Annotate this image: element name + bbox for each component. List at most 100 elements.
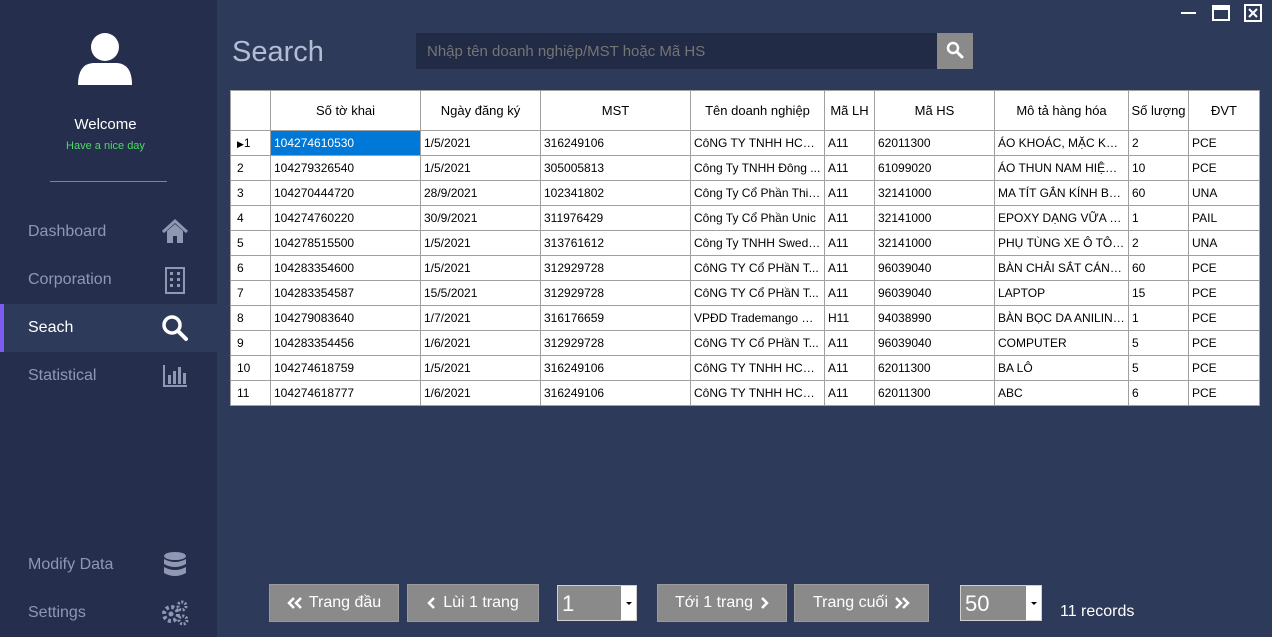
table-cell[interactable]: 1/5/2021 (420, 230, 541, 256)
table-row[interactable]: 10 104274618759 1/5/2021 316249106 CôNG … (230, 355, 1260, 381)
row-header[interactable]: ▶1 (230, 130, 271, 156)
table-cell[interactable]: UNA (1188, 180, 1260, 206)
table-row[interactable]: 7 104283354587 15/5/2021 312929728 CôNG … (230, 280, 1260, 306)
table-cell[interactable]: Công Ty Cổ Phần Thiế... (690, 180, 825, 206)
table-cell[interactable]: 312929728 (540, 330, 691, 356)
table-cell[interactable]: EPOXY DẠNG VỮA DÙ... (994, 205, 1129, 231)
table-cell[interactable]: ABC (994, 380, 1129, 406)
table-cell[interactable]: 316249106 (540, 355, 691, 381)
table-cell[interactable]: 2 (1128, 230, 1189, 256)
table-cell[interactable]: MA TÍT GẮN KÍNH BE... (994, 180, 1129, 206)
table-cell[interactable]: Công Ty Cổ Phần Unic (690, 205, 825, 231)
table-cell[interactable]: Công Ty TNHH Đông ... (690, 155, 825, 181)
table-cell[interactable]: 312929728 (540, 255, 691, 281)
column-header[interactable]: Ngày đăng ký (420, 90, 541, 131)
row-header[interactable]: 5 (230, 230, 271, 256)
table-cell[interactable]: 1/5/2021 (420, 155, 541, 181)
table-cell[interactable]: 102341802 (540, 180, 691, 206)
table-cell[interactable]: 62011300 (874, 355, 995, 381)
row-header[interactable]: 11 (230, 380, 271, 406)
table-cell[interactable]: PCE (1188, 155, 1260, 181)
table-cell[interactable]: A11 (824, 255, 875, 281)
sidebar-item-corporation[interactable]: Corporation (0, 256, 217, 304)
table-cell[interactable]: VPĐD Trademango So... (690, 305, 825, 331)
table-cell[interactable]: CôNG TY Cổ PHầN T... (690, 255, 825, 281)
table-cell[interactable]: ÁO THUN NAM HIỆU ... (994, 155, 1129, 181)
table-cell[interactable]: 104279083640 (270, 305, 421, 331)
page-size-select[interactable]: 50 (960, 585, 1042, 621)
table-cell[interactable]: PAIL (1188, 205, 1260, 231)
minimize-icon[interactable] (1179, 4, 1199, 22)
row-header[interactable]: 9 (230, 330, 271, 356)
table-cell[interactable]: 1/5/2021 (420, 355, 541, 381)
table-cell[interactable]: 32141000 (874, 205, 995, 231)
table-cell[interactable]: A11 (824, 155, 875, 181)
table-cell[interactable]: 316176659 (540, 305, 691, 331)
column-header[interactable]: Mã HS (874, 90, 995, 131)
table-cell[interactable]: 96039040 (874, 280, 995, 306)
table-cell[interactable]: 104274760220 (270, 205, 421, 231)
table-cell[interactable]: 104283354600 (270, 255, 421, 281)
table-cell[interactable]: 104283354456 (270, 330, 421, 356)
table-cell[interactable]: LAPTOP (994, 280, 1129, 306)
table-cell[interactable]: 15 (1128, 280, 1189, 306)
table-cell[interactable]: BA LÔ (994, 355, 1129, 381)
table-cell[interactable]: 104270444720 (270, 180, 421, 206)
table-cell[interactable]: A11 (824, 380, 875, 406)
table-cell[interactable]: Công Ty TNHH Swede... (690, 230, 825, 256)
table-cell[interactable]: 6 (1128, 380, 1189, 406)
table-cell[interactable]: 32141000 (874, 230, 995, 256)
table-cell[interactable]: 1 (1128, 305, 1189, 331)
table-cell[interactable]: 1/7/2021 (420, 305, 541, 331)
row-header[interactable]: 6 (230, 255, 271, 281)
table-cell[interactable]: 28/9/2021 (420, 180, 541, 206)
table-cell[interactable]: CôNG TY Cổ PHầN T... (690, 280, 825, 306)
table-cell[interactable]: 60 (1128, 255, 1189, 281)
column-header[interactable]: Số tờ khai (270, 90, 421, 131)
row-header[interactable]: 4 (230, 205, 271, 231)
sidebar-item-search[interactable]: Seach (0, 304, 217, 352)
column-header[interactable]: Số lượng (1128, 90, 1189, 131)
table-cell[interactable]: 61099020 (874, 155, 995, 181)
table-cell[interactable]: PCE (1188, 355, 1260, 381)
table-cell[interactable]: 15/5/2021 (420, 280, 541, 306)
table-cell[interactable]: A11 (824, 205, 875, 231)
table-cell[interactable]: BÀN CHẢI SẮT CÁN G... (994, 255, 1129, 281)
next-page-button[interactable]: Tới 1 trang (657, 584, 787, 622)
table-cell[interactable]: 60 (1128, 180, 1189, 206)
table-cell[interactable]: 316249106 (540, 130, 691, 156)
table-cell[interactable]: A11 (824, 230, 875, 256)
table-cell[interactable]: 96039040 (874, 330, 995, 356)
table-cell[interactable]: 5 (1128, 330, 1189, 356)
table-cell[interactable]: PCE (1188, 280, 1260, 306)
close-icon[interactable] (1243, 4, 1263, 22)
table-cell[interactable]: PHỤ TÙNG XE Ô TÔ C... (994, 230, 1129, 256)
table-cell[interactable]: PCE (1188, 305, 1260, 331)
table-cell[interactable]: 10 (1128, 155, 1189, 181)
last-page-button[interactable]: Trang cuối (794, 584, 929, 622)
first-page-button[interactable]: Trang đầu (269, 584, 399, 622)
search-button[interactable] (937, 33, 973, 69)
column-header[interactable]: MST (540, 90, 691, 131)
table-cell[interactable]: UNA (1188, 230, 1260, 256)
maximize-icon[interactable] (1211, 4, 1231, 22)
table-cell[interactable]: 104274610530 (270, 130, 421, 156)
table-cell[interactable]: 1/6/2021 (420, 380, 541, 406)
row-header[interactable]: 10 (230, 355, 271, 381)
table-cell[interactable]: A11 (824, 130, 875, 156)
table-row[interactable]: 8 104279083640 1/7/2021 316176659 VPĐD T… (230, 305, 1260, 331)
table-cell[interactable]: 1/5/2021 (420, 255, 541, 281)
table-cell[interactable]: 32141000 (874, 180, 995, 206)
table-cell[interactable]: 1 (1128, 205, 1189, 231)
sidebar-item-modify-data[interactable]: Modify Data (0, 541, 217, 589)
table-cell[interactable]: PCE (1188, 255, 1260, 281)
sidebar-item-statistical[interactable]: Statistical (0, 352, 217, 400)
row-header[interactable]: 8 (230, 305, 271, 331)
column-header[interactable]: Mã LH (824, 90, 875, 131)
table-cell[interactable]: 62011300 (874, 380, 995, 406)
chevron-down-icon[interactable] (1026, 586, 1041, 620)
table-cell[interactable]: 5 (1128, 355, 1189, 381)
table-cell[interactable]: 1/6/2021 (420, 330, 541, 356)
sidebar-item-dashboard[interactable]: Dashboard (0, 208, 217, 256)
table-cell[interactable]: 94038990 (874, 305, 995, 331)
